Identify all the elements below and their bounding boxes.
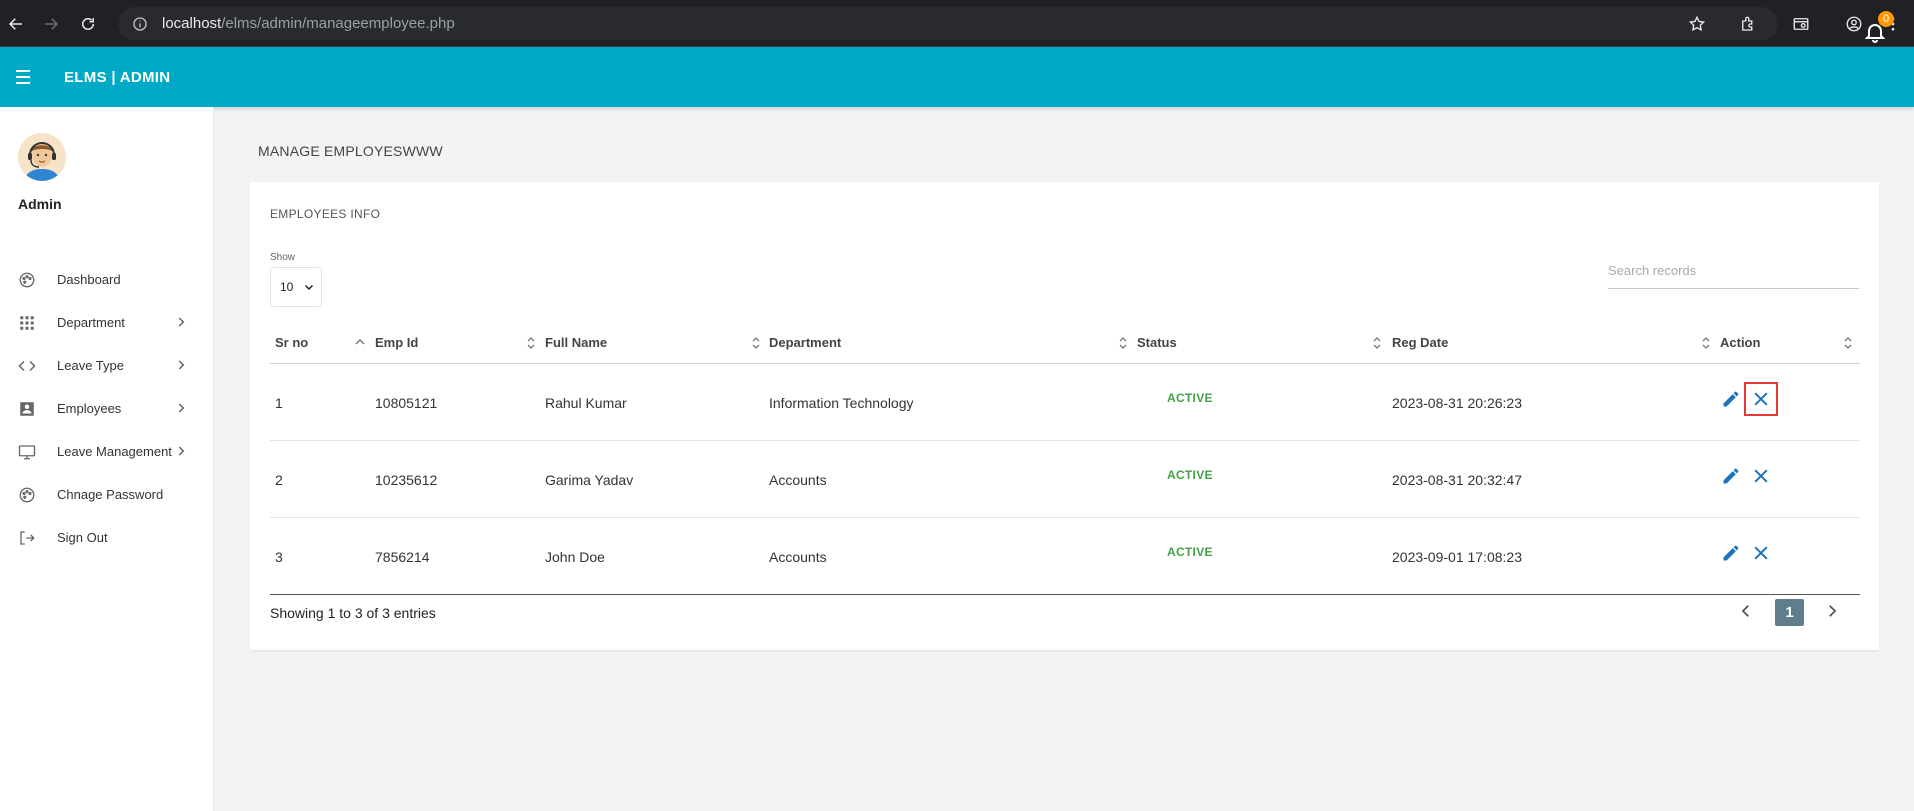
next-page-chevron-right-icon[interactable] — [1821, 600, 1843, 622]
sidebar: Admin Dashboard Department Leave Type Em… — [0, 107, 214, 811]
sort-icon[interactable] — [1371, 336, 1383, 350]
page-size-select[interactable]: 10 — [270, 267, 322, 307]
search-field[interactable] — [1608, 253, 1859, 289]
url-text: localhost/elms/admin/manageemployee.php — [162, 15, 455, 32]
forward-icon[interactable] — [39, 12, 63, 36]
sidebar-item-label: Dashboard — [57, 272, 121, 287]
cell-sr-no: 3 — [275, 548, 283, 565]
cell-reg-date: 2023-09-01 17:08:23 — [1392, 548, 1522, 565]
prev-page-chevron-left-icon[interactable] — [1735, 600, 1757, 622]
browser-toolbar: localhost/elms/admin/manageemployee.php — [0, 0, 1914, 47]
chevron-right-icon — [178, 360, 185, 370]
cell-sr-no: 2 — [275, 471, 283, 488]
bookmark-star-icon[interactable] — [1685, 12, 1709, 36]
table-header: Sr no Emp Id Full Name Department Status… — [270, 321, 1860, 364]
cell-reg-date: 2023-08-31 20:32:47 — [1392, 471, 1522, 488]
extensions-icon[interactable] — [1736, 12, 1760, 36]
delete-close-icon[interactable] — [1744, 382, 1778, 416]
sidebar-item-label: Department — [57, 315, 125, 330]
palette-icon — [18, 271, 36, 289]
sort-icon[interactable] — [525, 336, 537, 350]
cell-emp-id: 7856214 — [375, 548, 430, 565]
sidebar-item-label: Sign Out — [57, 530, 108, 545]
cell-reg-date: 2023-08-31 20:26:23 — [1392, 394, 1522, 411]
show-label: Show — [270, 252, 296, 263]
apps-icon — [18, 314, 36, 332]
column-header-department[interactable]: Department — [769, 321, 841, 364]
table-info: Showing 1 to 3 of 3 entries — [270, 605, 436, 621]
status-badge: ACTIVE — [1167, 544, 1213, 559]
avatar — [18, 133, 66, 181]
sort-icon[interactable] — [1842, 336, 1854, 350]
page-button-current[interactable]: 1 — [1775, 599, 1804, 626]
sidebar-item-label: Employees — [57, 401, 122, 416]
sidebar-item-dashboard[interactable]: Dashboard — [0, 258, 214, 301]
column-header-action[interactable]: Action — [1720, 321, 1760, 364]
page-title: MANAGE EMPLOYESWWW — [258, 143, 443, 159]
code-icon — [18, 357, 36, 375]
column-header-emp-id[interactable]: Emp Id — [375, 321, 418, 364]
cell-full-name: Rahul Kumar — [545, 394, 627, 411]
cell-department: Information Technology — [769, 394, 914, 411]
page-size-value: 10 — [280, 280, 294, 294]
back-icon[interactable] — [4, 12, 28, 36]
sidebar-item-department[interactable]: Department — [0, 301, 214, 344]
sort-icon[interactable] — [1117, 336, 1129, 350]
desktop-icon — [18, 443, 36, 461]
cell-sr-no: 1 — [275, 394, 283, 411]
sort-icon[interactable] — [750, 336, 762, 350]
table-row: 3 7856214 John Doe Accounts ACTIVE 2023-… — [270, 518, 1860, 595]
cell-full-name: John Doe — [545, 548, 605, 565]
hamburger-menu-icon[interactable] — [16, 65, 36, 89]
status-badge: ACTIVE — [1167, 467, 1213, 482]
sort-asc-icon[interactable] — [354, 336, 366, 350]
column-header-full-name[interactable]: Full Name — [545, 321, 607, 364]
account-box-icon — [18, 400, 36, 418]
delete-close-icon[interactable] — [1750, 465, 1772, 487]
delete-close-icon[interactable] — [1750, 542, 1772, 564]
sidebar-item-employees[interactable]: Employees — [0, 387, 214, 430]
sidebar-item-label: Chnage Password — [57, 487, 164, 502]
column-header-reg-date[interactable]: Reg Date — [1392, 321, 1448, 364]
cell-emp-id: 10805121 — [375, 394, 438, 411]
info-icon[interactable] — [132, 16, 148, 32]
sidebar-item-sign-out[interactable]: Sign Out — [0, 516, 214, 559]
sidebar-nav: Dashboard Department Leave Type Employee… — [0, 258, 214, 559]
search-input[interactable] — [1608, 253, 1859, 287]
cell-emp-id: 10235612 — [375, 471, 438, 488]
sidebar-item-change-password[interactable]: Chnage Password — [0, 473, 214, 516]
sidebar-item-label: Leave Management — [57, 444, 172, 459]
employees-card: EMPLOYEES INFO Show 10 Sr no Emp Id Full… — [250, 182, 1879, 650]
sign-out-icon — [18, 529, 36, 547]
palette-icon — [18, 486, 36, 504]
sidebar-item-leave-type[interactable]: Leave Type — [0, 344, 214, 387]
card-title: EMPLOYEES INFO — [270, 207, 381, 221]
notification-badge: 0 — [1878, 11, 1894, 27]
address-bar[interactable]: localhost/elms/admin/manageemployee.php — [118, 7, 1778, 40]
sidebar-item-leave-management[interactable]: Leave Management — [0, 430, 214, 473]
chevron-right-icon — [178, 446, 185, 456]
reload-icon[interactable] — [76, 12, 100, 36]
app-header: ELMS | ADMIN — [0, 47, 1914, 107]
status-badge: ACTIVE — [1167, 390, 1213, 405]
chevron-right-icon — [178, 317, 185, 327]
edit-pencil-icon[interactable] — [1720, 465, 1742, 487]
user-name: Admin — [18, 196, 62, 212]
chevron-down-icon — [304, 284, 314, 291]
edit-pencil-icon[interactable] — [1720, 388, 1742, 410]
table-row: 1 10805121 Rahul Kumar Information Techn… — [270, 364, 1860, 441]
sort-icon[interactable] — [1700, 336, 1712, 350]
column-header-status[interactable]: Status — [1137, 321, 1177, 364]
table-row: 2 10235612 Garima Yadav Accounts ACTIVE … — [270, 441, 1860, 518]
chevron-right-icon — [178, 403, 185, 413]
sidebar-item-label: Leave Type — [57, 358, 124, 373]
cell-full-name: Garima Yadav — [545, 471, 634, 488]
cell-department: Accounts — [769, 471, 827, 488]
tab-search-icon[interactable] — [1789, 12, 1813, 36]
edit-pencil-icon[interactable] — [1720, 542, 1742, 564]
column-header-sr-no[interactable]: Sr no — [275, 321, 308, 364]
cell-department: Accounts — [769, 548, 827, 565]
brand-title: ELMS | ADMIN — [64, 69, 171, 86]
